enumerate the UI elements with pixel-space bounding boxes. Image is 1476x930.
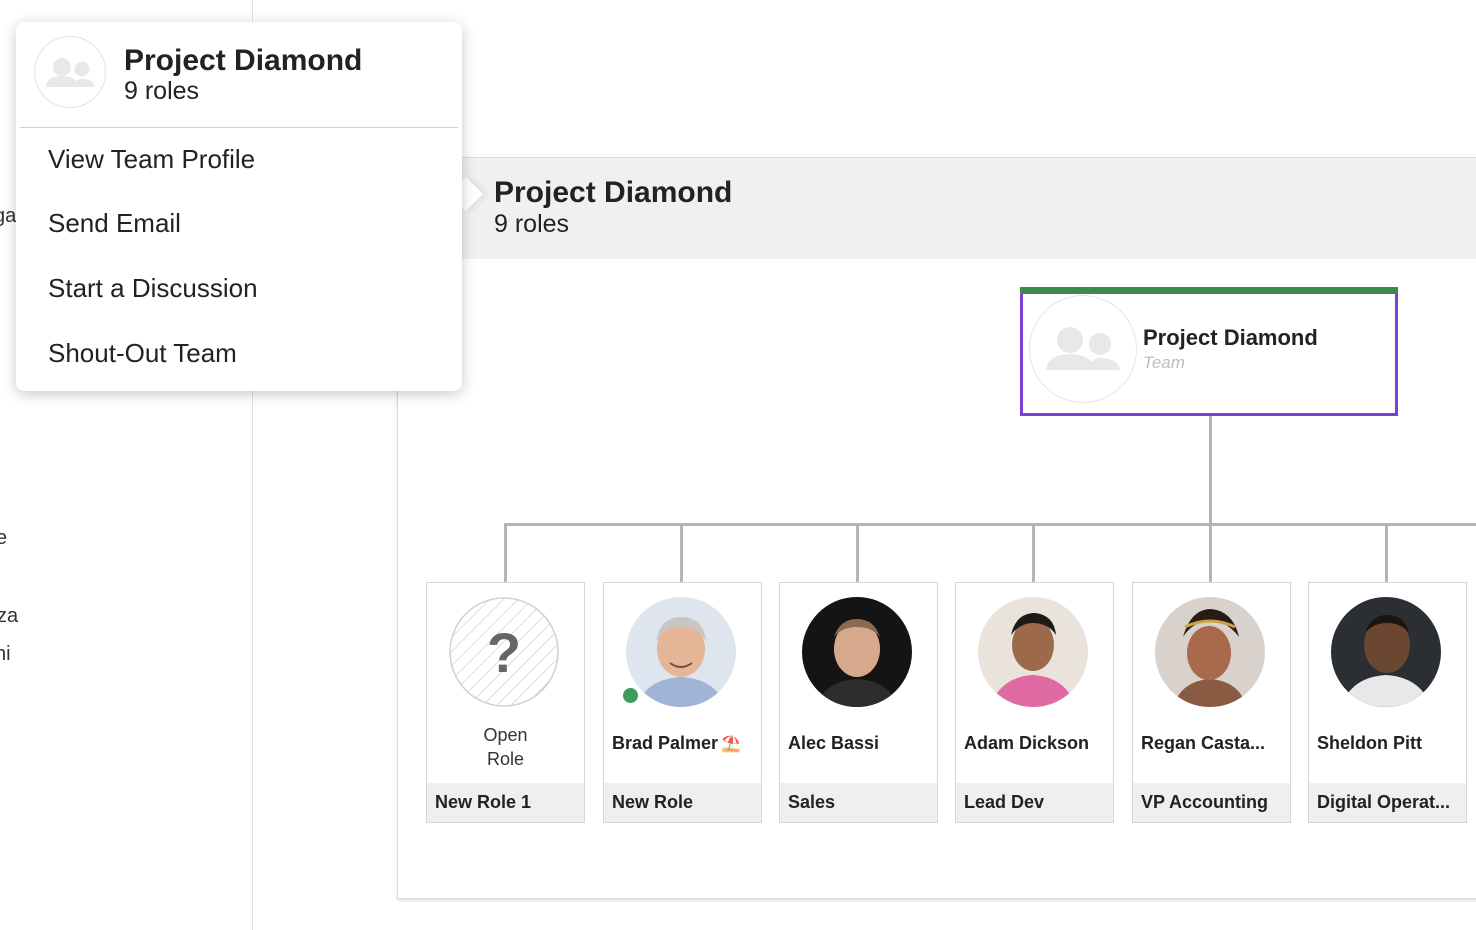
- team-panel-header[interactable]: Project Diamond 9 roles: [398, 158, 1476, 259]
- role-title: VP Accounting: [1141, 792, 1269, 812]
- person-name[interactable]: Adam Dickson: [964, 733, 1089, 754]
- menu-view-team-profile[interactable]: View Team Profile: [48, 144, 255, 175]
- connector-line: [1385, 523, 1388, 582]
- team-type-label: Team: [1143, 353, 1185, 372]
- role-title: New Role: [612, 792, 694, 812]
- team-group-icon: [46, 58, 95, 87]
- role-footer: Sales: [780, 783, 937, 822]
- connector-line: [1209, 523, 1212, 582]
- open-role-label: Open Role: [483, 725, 528, 769]
- menu-send-email[interactable]: Send Email: [48, 208, 181, 239]
- regan-castaneda-avatar: [1155, 597, 1265, 707]
- connector-line: [504, 523, 507, 582]
- team-group-icon: [1046, 327, 1120, 370]
- role-card-alec-bassi[interactable]: Alec Bassi Sales: [779, 582, 938, 823]
- role-card-regan-castaneda[interactable]: Regan Casta... VP Accounting: [1132, 582, 1291, 823]
- team-panel-title: Project Diamond: [494, 176, 733, 209]
- team-card-accent: [1020, 287, 1398, 294]
- team-avatar: [1029, 295, 1137, 403]
- brad-palmer-avatar: [626, 597, 736, 707]
- role-title: New Role 1: [435, 792, 532, 812]
- popup-role-count: 9 roles: [124, 77, 200, 105]
- connector-line: [1032, 523, 1035, 582]
- role-footer: New Role 1: [427, 783, 584, 822]
- person-name[interactable]: Sheldon Pitt: [1317, 733, 1422, 754]
- connector-line: [856, 523, 859, 582]
- role-card-brad-palmer[interactable]: Brad Palmer ⛱️ New Role: [603, 582, 762, 823]
- role-footer: VP Accounting: [1133, 783, 1290, 822]
- alec-bassi-avatar: [802, 597, 912, 707]
- sheldon-pitt-avatar: [1331, 597, 1441, 707]
- popup-divider: [20, 127, 458, 128]
- online-status-dot: [623, 688, 638, 703]
- popup-team-title: Project Diamond: [124, 44, 363, 77]
- open-role-avatar: ?: [449, 597, 559, 707]
- person-name[interactable]: Alec Bassi: [788, 733, 879, 754]
- person-name[interactable]: Brad Palmer ⛱️: [612, 733, 741, 754]
- adam-dickson-avatar: [978, 597, 1088, 707]
- connector-line: [504, 523, 1476, 526]
- popup-team-avatar: [34, 36, 106, 108]
- role-title: Sales: [788, 792, 836, 812]
- menu-shout-out-team[interactable]: Shout-Out Team: [48, 338, 237, 369]
- connector-line: [680, 523, 683, 582]
- beach-umbrella-icon: ⛱️: [721, 736, 741, 753]
- sidebar-fragment[interactable]: za: [0, 605, 18, 628]
- question-mark-icon: ?: [449, 597, 559, 707]
- role-footer: New Role: [604, 783, 761, 822]
- person-name[interactable]: Regan Casta...: [1141, 733, 1265, 754]
- sidebar-fragment[interactable]: e: [0, 527, 7, 550]
- team-root-card[interactable]: Project Diamond Team: [1020, 287, 1398, 416]
- role-footer: Lead Dev: [956, 783, 1113, 822]
- role-title: Digital Operat...: [1317, 792, 1451, 812]
- menu-start-discussion[interactable]: Start a Discussion: [48, 273, 258, 304]
- team-name: Project Diamond: [1143, 325, 1318, 350]
- role-title: Lead Dev: [964, 792, 1045, 812]
- role-card-open[interactable]: ? Open Role New Role 1: [426, 582, 585, 823]
- team-panel-role-count: 9 roles: [494, 210, 570, 238]
- sidebar-fragment[interactable]: ni: [0, 643, 11, 666]
- team-context-popup: Project Diamond 9 roles View Team Profil…: [16, 22, 462, 391]
- role-card-adam-dickson[interactable]: Adam Dickson Lead Dev: [955, 582, 1114, 823]
- role-card-sheldon-pitt[interactable]: Sheldon Pitt Digital Operat...: [1308, 582, 1467, 823]
- org-chart-screen: gal e za ni Project Diamond 9 roles Proj…: [0, 0, 1476, 930]
- role-footer: Digital Operat...: [1309, 783, 1466, 822]
- connector-line: [1209, 416, 1212, 525]
- svg-text:?: ?: [487, 621, 521, 684]
